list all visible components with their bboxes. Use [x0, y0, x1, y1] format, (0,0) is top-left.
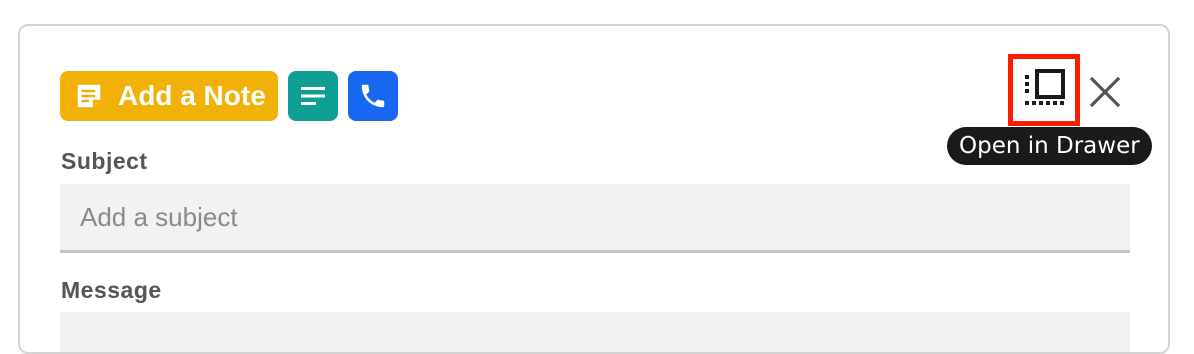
- note-icon: [77, 84, 101, 108]
- close-icon: [1089, 76, 1121, 108]
- message-label: Message: [61, 277, 162, 303]
- open-in-drawer-button[interactable]: [1008, 54, 1080, 126]
- toolbar: Add a Note: [60, 71, 398, 121]
- text-lines-icon: [300, 87, 325, 105]
- subject-input[interactable]: [60, 184, 1130, 253]
- open-in-drawer-icon: [1025, 69, 1065, 105]
- close-button[interactable]: [1087, 74, 1123, 110]
- add-note-button[interactable]: Add a Note: [60, 71, 278, 121]
- text-format-button[interactable]: [287, 71, 338, 121]
- phone-icon: [361, 84, 385, 108]
- add-note-label: Add a Note: [118, 80, 266, 111]
- phone-call-button[interactable]: [347, 71, 398, 121]
- subject-label: Subject: [61, 148, 148, 174]
- message-textarea[interactable]: [60, 312, 1130, 352]
- open-in-drawer-tooltip: Open in Drawer: [947, 127, 1152, 165]
